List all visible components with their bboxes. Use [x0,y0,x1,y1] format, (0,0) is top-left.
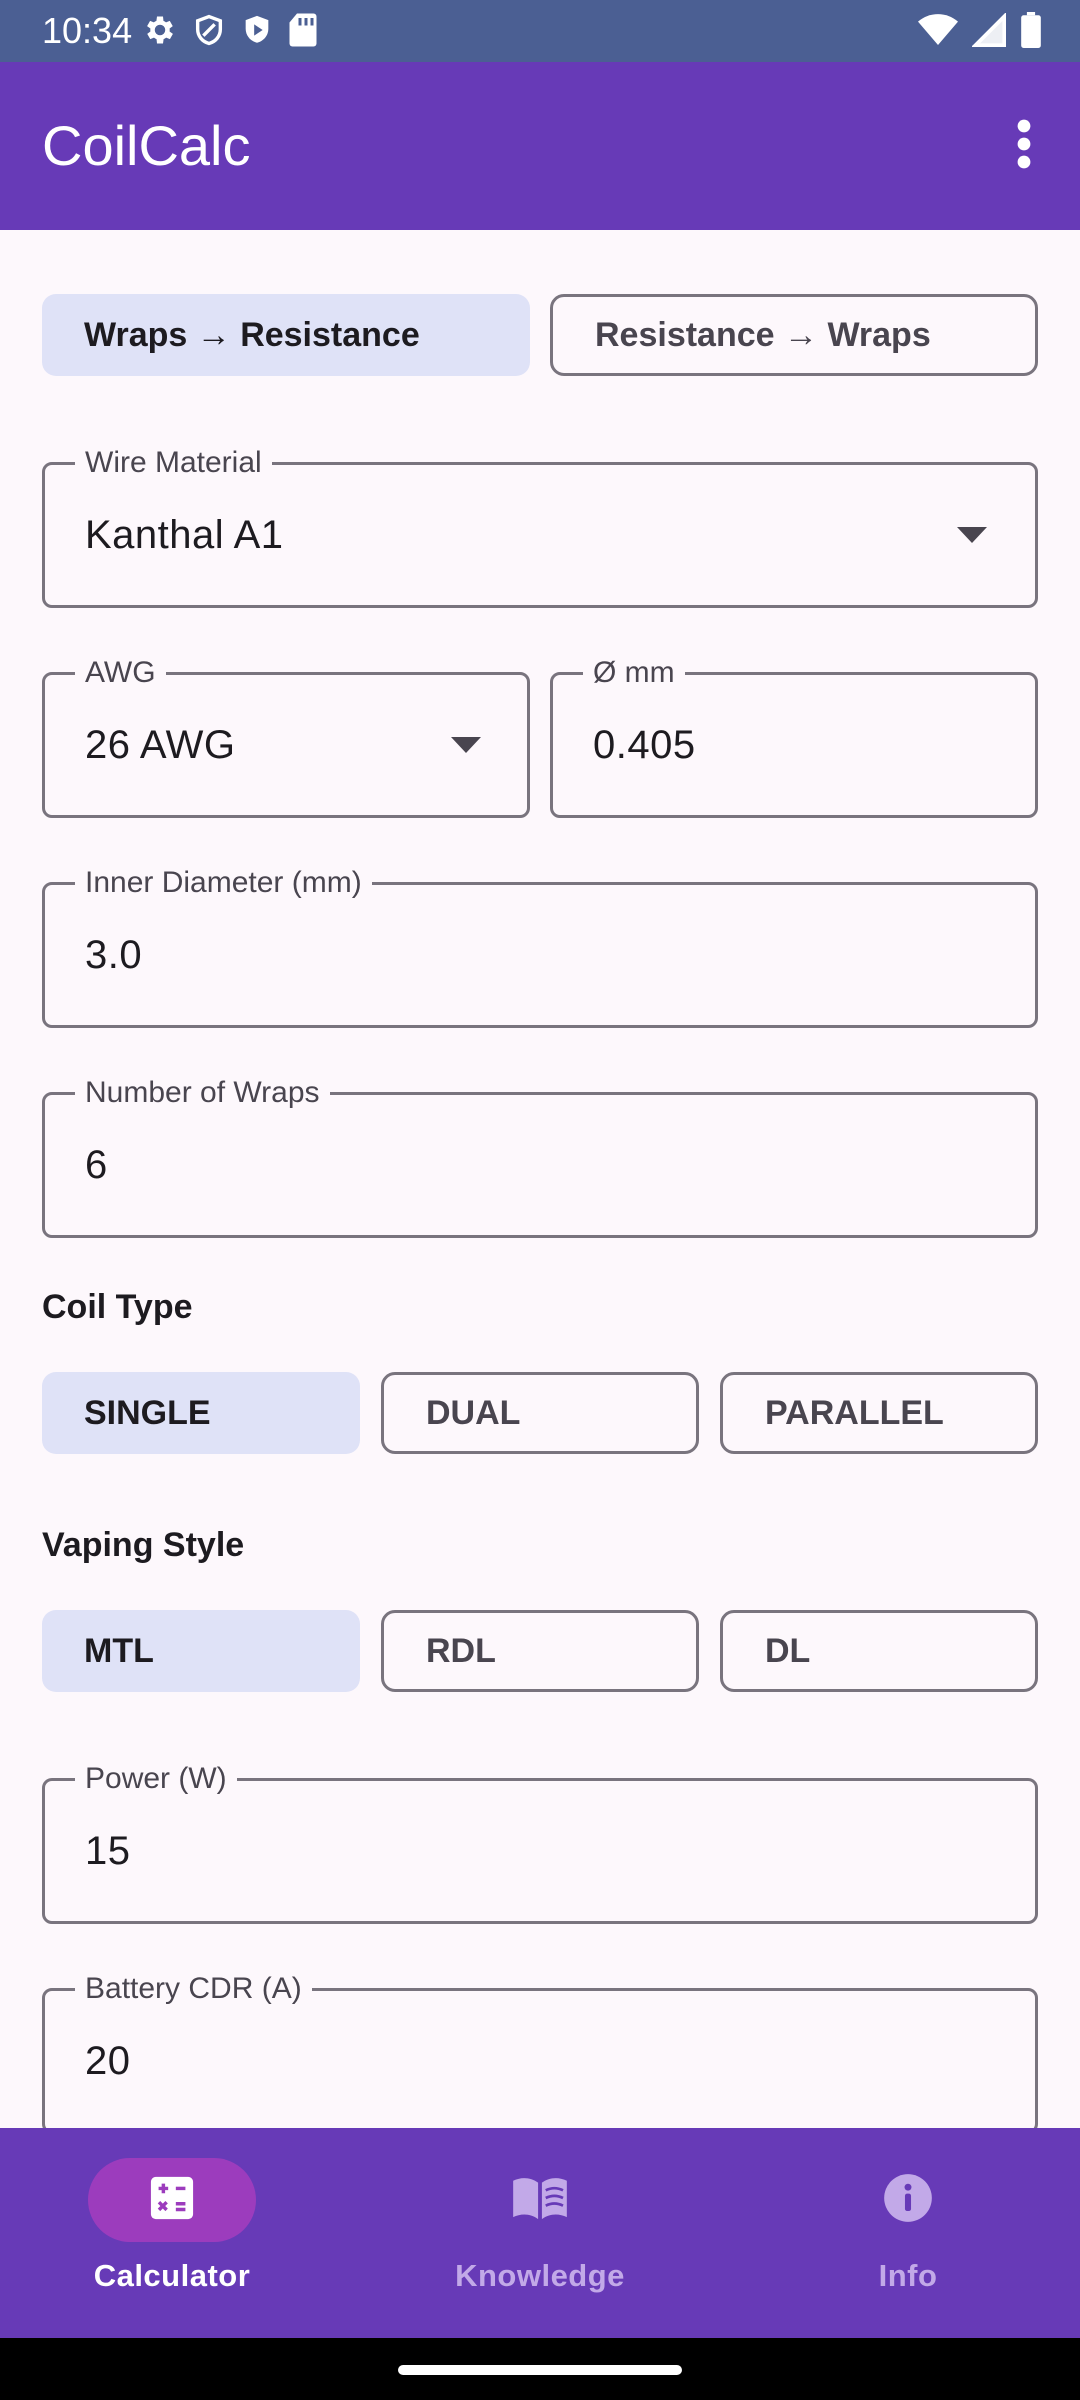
wire-material-value: Kanthal A1 [85,512,284,557]
nav-icon-container [456,2158,624,2242]
vaping-style-dl-button[interactable]: DL [720,1610,1038,1692]
vaping-style-option-label: DL [765,1631,811,1670]
more-vert-icon [1014,118,1034,175]
number-of-wraps-value: 6 [85,1142,108,1187]
status-icons-left [142,12,318,52]
battery-icon [1020,11,1042,53]
awg-value: 26 AWG [85,722,236,767]
mode-wraps-to-resistance-button[interactable]: Wraps → Resistance [42,294,530,376]
vaping-style-title: Vaping Style [42,1526,245,1564]
bottom-navigation: Calculator Knowledge Info [0,2128,1080,2338]
dropdown-arrow-icon [451,737,481,753]
signal-icon [970,11,1007,52]
battery-cdr-field[interactable]: Battery CDR (A) 20 [42,1974,1038,2128]
mode-option-label: Resistance → Wraps [595,315,931,354]
power-value: 15 [85,1828,131,1873]
wifi-icon [918,13,958,52]
nav-active-indicator [88,2158,256,2242]
overflow-menu-button[interactable] [992,110,1056,182]
inner-diameter-field[interactable]: Inner Diameter (mm) 3.0 [42,868,1038,1028]
nav-item-calculator[interactable]: Calculator [52,2158,292,2308]
nav-item-knowledge[interactable]: Knowledge [420,2158,660,2308]
status-time: 10:34 [42,10,133,51]
gear-icon [142,12,178,53]
home-gesture-handle[interactable] [398,2365,682,2375]
awg-dropdown[interactable]: AWG 26 AWG [42,658,530,818]
number-of-wraps-field[interactable]: Number of Wraps 6 [42,1078,1038,1238]
mode-option-label: Wraps → Resistance [84,315,420,354]
app-title: CoilCalc [42,114,251,177]
power-field[interactable]: Power (W) 15 [42,1764,1038,1924]
mode-resistance-to-wraps-button[interactable]: Resistance → Wraps [550,294,1038,376]
nav-icon-container [824,2158,992,2242]
status-bar: 10:34 [0,0,1080,62]
dropdown-arrow-icon [957,527,987,543]
vaping-style-rdl-button[interactable]: RDL [381,1610,699,1692]
status-icons-right [918,11,1042,53]
nav-label-info: Info [878,2258,938,2293]
wire-material-dropdown[interactable]: Wire Material Kanthal A1 [42,448,1038,608]
coil-type-title: Coil Type [42,1288,193,1326]
app-bar: CoilCalc [0,62,1080,230]
inner-diameter-value: 3.0 [85,932,143,977]
diameter-mm-value: 0.405 [593,722,696,767]
vaping-style-option-label: MTL [84,1631,154,1670]
nav-item-info[interactable]: Info [788,2158,1028,2308]
nav-label-knowledge: Knowledge [455,2258,625,2293]
sd-card-icon [288,12,318,53]
calculator-icon [149,2175,195,2226]
diameter-mm-field[interactable]: Ø mm 0.405 [550,658,1038,818]
book-icon [510,2175,570,2226]
calculator-form[interactable]: Wraps → Resistance Resistance → Wraps Wi… [0,230,1080,2128]
coil-type-option-label: SINGLE [84,1393,211,1432]
shield-icon [192,12,226,53]
number-of-wraps-label: Number of Wraps [75,1078,330,1108]
vaping-style-option-label: RDL [426,1631,496,1670]
vaping-style-mtl-button[interactable]: MTL [42,1610,360,1692]
coil-type-parallel-button[interactable]: PARALLEL [720,1372,1038,1454]
play-store-icon [240,12,274,53]
coil-type-dual-button[interactable]: DUAL [381,1372,699,1454]
battery-cdr-value: 20 [85,2038,131,2083]
coil-type-single-button[interactable]: SINGLE [42,1372,360,1454]
coil-type-option-label: PARALLEL [765,1393,944,1432]
coil-type-option-label: DUAL [426,1393,521,1432]
system-gesture-bar [0,2338,1080,2400]
nav-label-calculator: Calculator [93,2258,251,2293]
info-icon [882,2172,934,2229]
